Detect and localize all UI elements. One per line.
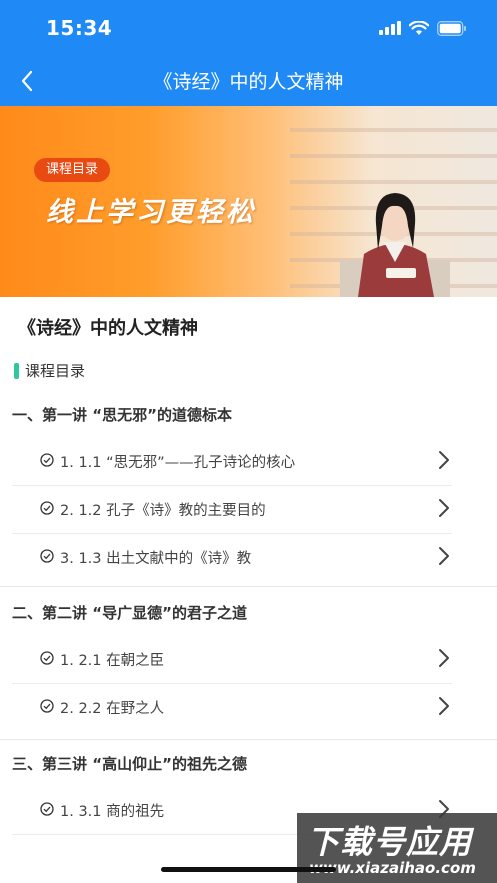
- section-heading: 课程目录: [14, 360, 85, 381]
- status-time: 15:34: [46, 16, 113, 40]
- check-circle-icon: [40, 549, 54, 563]
- course-title: 《诗经》中的人文精神: [18, 318, 198, 339]
- lesson-label: 2. 1.2 孔子《诗》教的主要目的: [60, 503, 266, 519]
- lesson-label: 1. 1.1 “思无邪”——孔子诗论的核心: [60, 455, 296, 471]
- chevron-right-icon: [439, 649, 449, 667]
- lesson-item[interactable]: 3. 1.3 出土文献中的《诗》教: [0, 533, 497, 581]
- lesson-item[interactable]: 2. 2.2 在野之人: [0, 683, 497, 731]
- home-indicator[interactable]: [161, 867, 336, 872]
- course-banner: 课程目录 线上学习更轻松: [0, 106, 497, 297]
- wifi-icon: [409, 20, 429, 35]
- banner-slogan: 线上学习更轻松: [46, 197, 256, 228]
- cellular-signal-icon: [379, 21, 401, 35]
- app-header: 15:34 《诗经》中的人文精神: [0, 0, 497, 106]
- chevron-right-icon: [439, 697, 449, 715]
- chapter-divider: [0, 586, 497, 587]
- check-circle-icon: [40, 453, 54, 467]
- banner-tag: 课程目录: [34, 158, 111, 182]
- page-title: 《诗经》中的人文精神: [153, 71, 344, 93]
- site-watermark: 下载号应用 www.xiazaihao.com: [297, 813, 497, 883]
- watermark-name: 下载号应用: [307, 823, 473, 861]
- section-marker: [14, 362, 19, 379]
- lesson-item[interactable]: 2. 1.2 孔子《诗》教的主要目的: [0, 485, 497, 533]
- check-circle-icon: [40, 802, 54, 816]
- chevron-right-icon: [439, 547, 449, 565]
- student-photo: [340, 193, 450, 297]
- lesson-label: 1. 2.1 在朝之臣: [60, 653, 165, 669]
- lesson-label: 1. 3.1 商的祖先: [60, 804, 165, 820]
- chapter-divider: [0, 739, 497, 740]
- chevron-right-icon: [439, 499, 449, 517]
- lesson-item[interactable]: 1. 1.1 “思无邪”——孔子诗论的核心: [0, 437, 497, 485]
- lesson-item[interactable]: 1. 2.1 在朝之臣: [0, 635, 497, 683]
- chevron-right-icon: [439, 451, 449, 469]
- status-icons: [379, 19, 467, 37]
- nav-bar: 《诗经》中的人文精神: [0, 56, 497, 106]
- chapter-title: 一、第一讲 “思无邪”的道德标本: [12, 406, 232, 424]
- status-bar: 15:34: [0, 0, 497, 56]
- check-circle-icon: [40, 651, 54, 665]
- battery-icon: [437, 20, 466, 36]
- lesson-label: 3. 1.3 出土文献中的《诗》教: [60, 551, 252, 567]
- chapter-title: 二、第二讲 “导广显德”的君子之道: [12, 604, 247, 622]
- lesson-label: 2. 2.2 在野之人: [60, 701, 165, 717]
- section-heading-label: 课程目录: [25, 362, 86, 380]
- check-circle-icon: [40, 699, 54, 713]
- check-circle-icon: [40, 501, 54, 515]
- chapter-title: 三、第三讲 “高山仰止”的祖先之德: [12, 755, 247, 773]
